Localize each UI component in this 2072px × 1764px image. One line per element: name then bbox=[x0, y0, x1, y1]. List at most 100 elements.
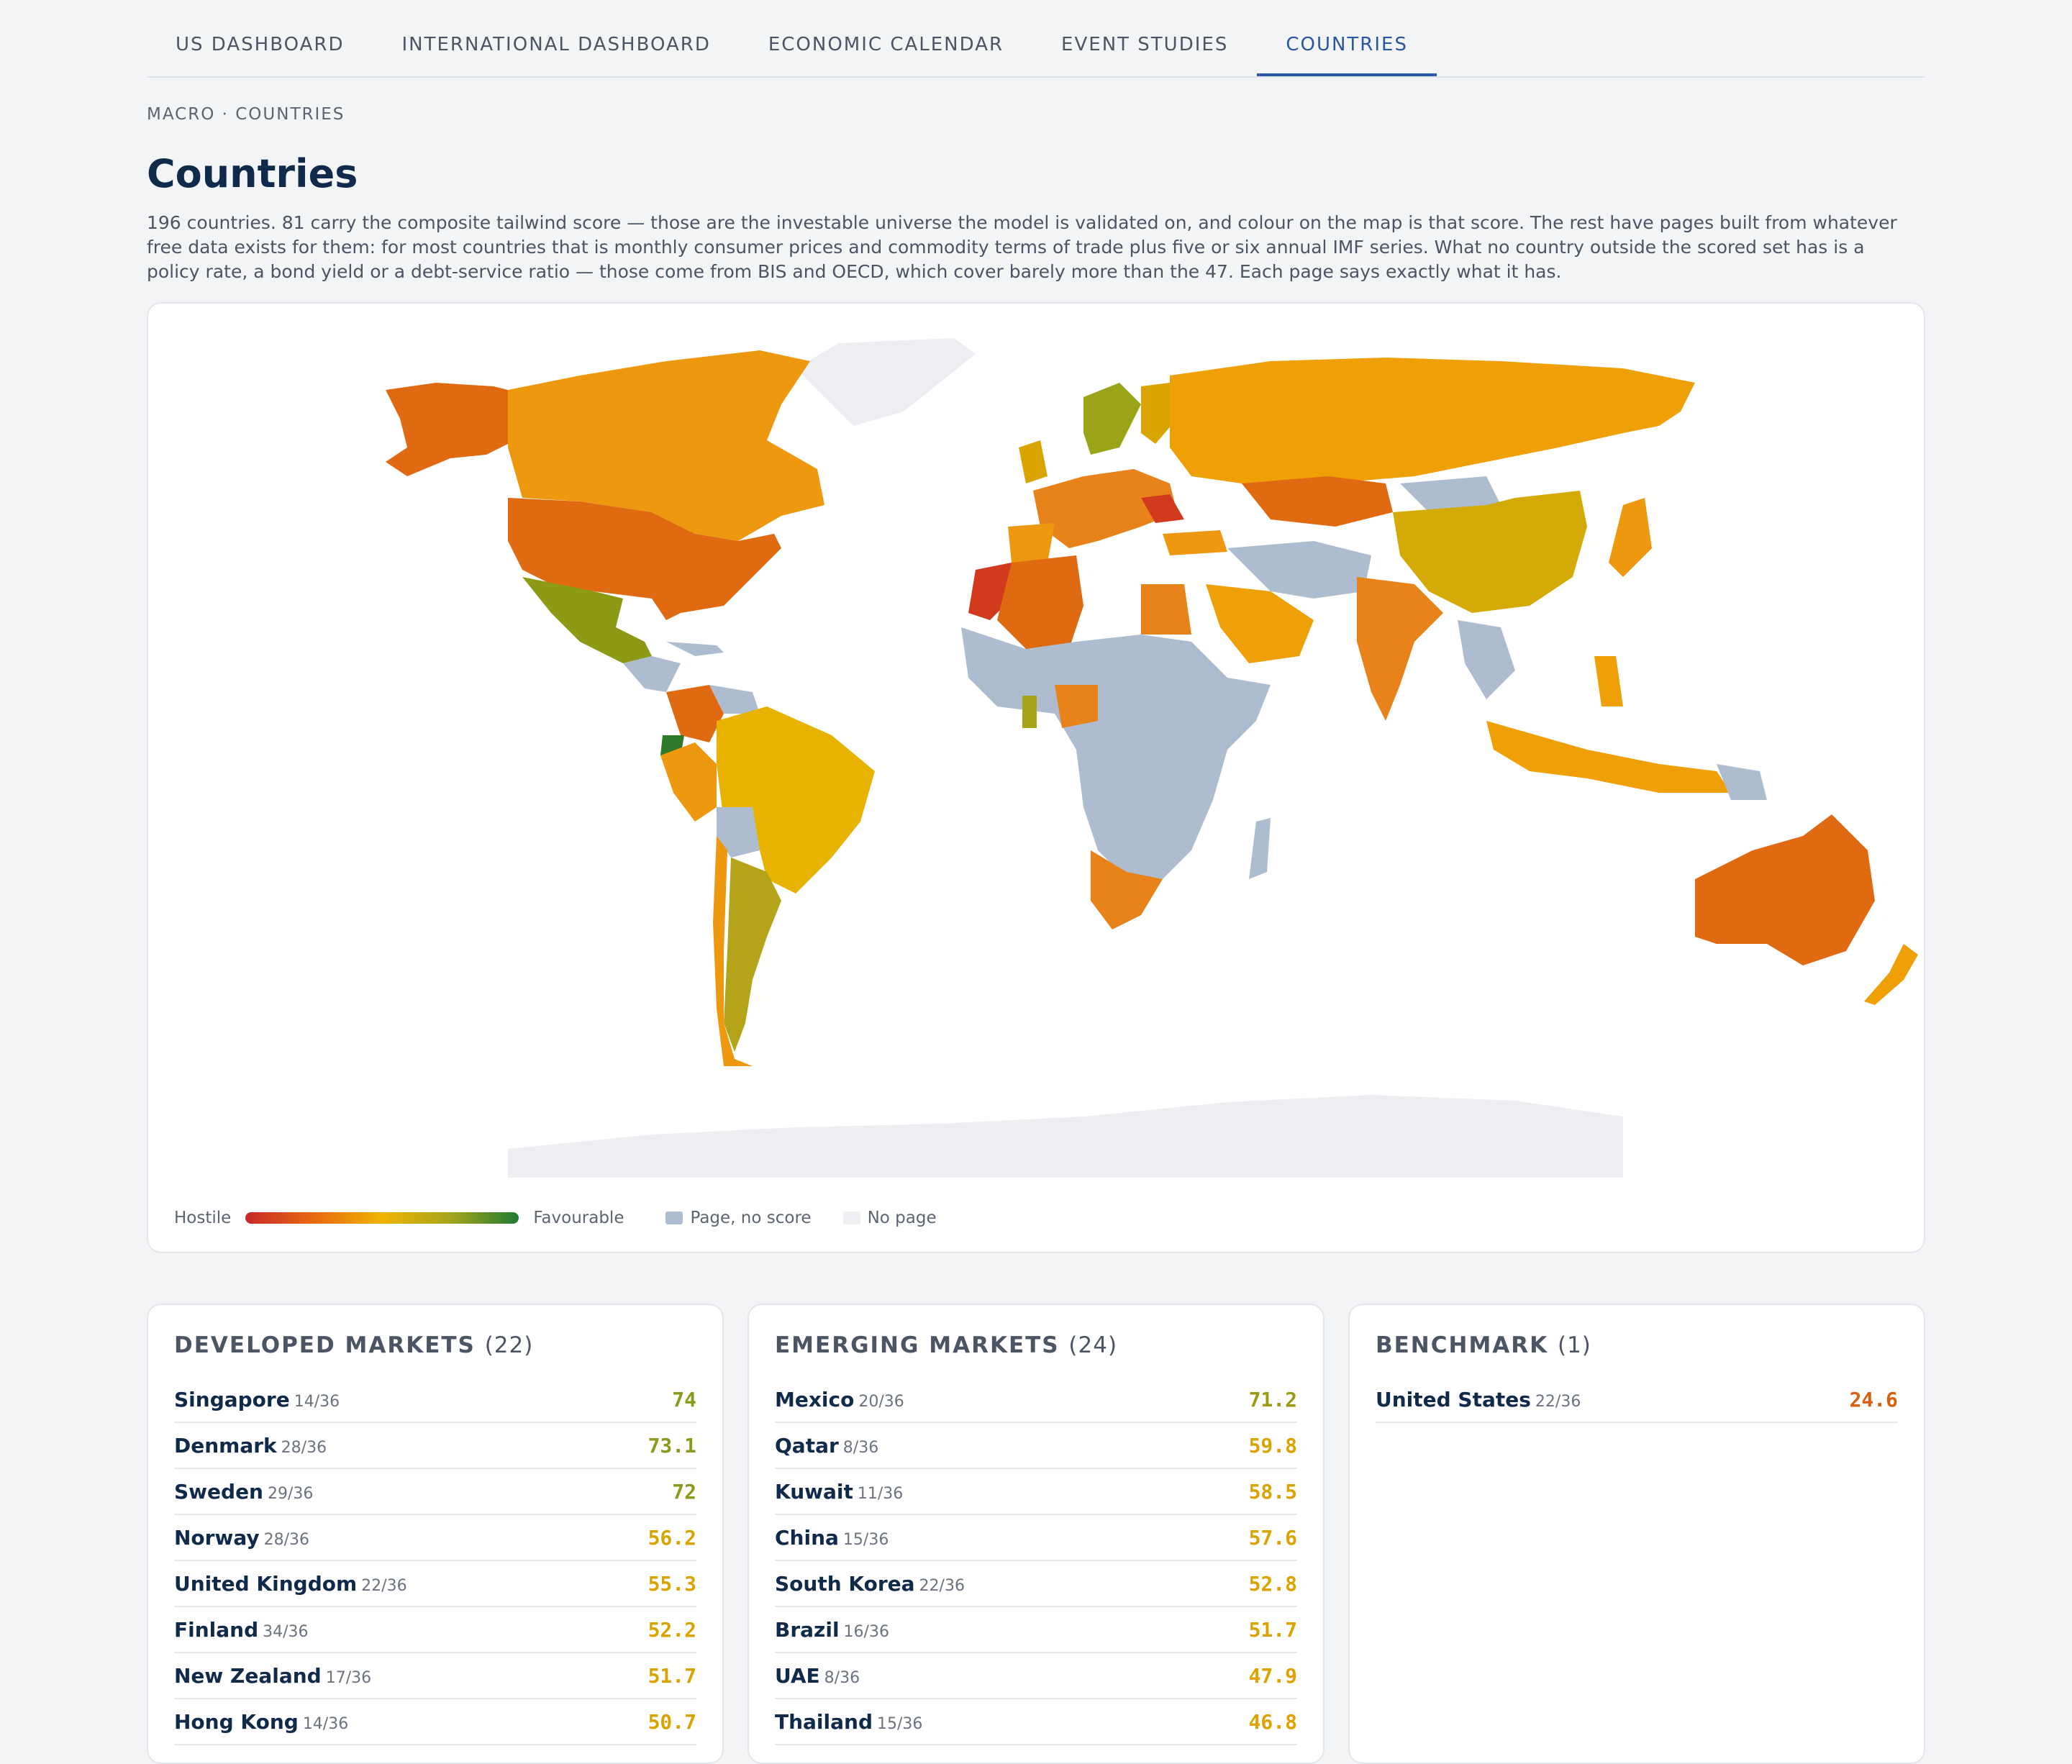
map-region-new-zealand[interactable] bbox=[1864, 944, 1918, 1005]
country-name[interactable]: Sweden bbox=[174, 1480, 263, 1504]
country-name[interactable]: Norway bbox=[174, 1526, 260, 1550]
country-name[interactable]: Brazil bbox=[775, 1618, 840, 1642]
country-name[interactable]: United States bbox=[1376, 1388, 1531, 1411]
tailwind-score: 47.9 bbox=[1248, 1663, 1297, 1688]
benchmark-heading: BENCHMARK (1) bbox=[1376, 1332, 1591, 1358]
map-region-saudi[interactable] bbox=[1206, 584, 1314, 663]
map-region-nigeria[interactable] bbox=[1055, 685, 1098, 728]
map-region-iberia[interactable] bbox=[1008, 523, 1055, 563]
country-name-link[interactable]: China 15/36 bbox=[775, 1526, 889, 1550]
list-item[interactable]: China 15/36 57.6 bbox=[775, 1515, 1297, 1561]
list-item[interactable]: New Zealand 17/36 51.7 bbox=[174, 1653, 696, 1699]
country-name-link[interactable]: Singapore 14/36 bbox=[174, 1388, 340, 1411]
country-name-link[interactable]: Thailand 15/36 bbox=[775, 1710, 922, 1734]
list-item[interactable]: UAE 8/36 47.9 bbox=[775, 1653, 1297, 1699]
map-region-greenland[interactable] bbox=[796, 338, 976, 426]
map-region-philippines[interactable] bbox=[1594, 656, 1623, 706]
country-name-link[interactable]: Sweden 29/36 bbox=[174, 1480, 313, 1504]
map-region-peru[interactable] bbox=[660, 742, 717, 822]
world-map[interactable] bbox=[148, 304, 1924, 1203]
tailwind-score: 73.1 bbox=[648, 1433, 696, 1458]
list-item[interactable]: Sweden 29/36 72 bbox=[174, 1469, 696, 1515]
country-name-link[interactable]: UAE 8/36 bbox=[775, 1664, 860, 1688]
tailwind-score: 46.8 bbox=[1248, 1709, 1297, 1734]
country-name[interactable]: China bbox=[775, 1526, 839, 1550]
tab-international-dashboard[interactable]: INTERNATIONAL DASHBOARD bbox=[373, 0, 739, 76]
coverage-fraction: 22/36 bbox=[361, 1576, 407, 1595]
map-region-alaska[interactable] bbox=[386, 383, 522, 476]
list-item[interactable]: Qatar 8/36 59.8 bbox=[775, 1423, 1297, 1469]
list-item[interactable]: Hong Kong 14/36 50.7 bbox=[174, 1699, 696, 1745]
map-region-russia[interactable] bbox=[1170, 358, 1695, 483]
country-name[interactable]: United Kingdom bbox=[174, 1572, 357, 1596]
country-name[interactable]: Singapore bbox=[174, 1388, 290, 1411]
country-name-link[interactable]: United States 22/36 bbox=[1376, 1388, 1581, 1411]
tailwind-score: 59.8 bbox=[1248, 1433, 1297, 1458]
list-item[interactable]: Mexico 20/36 71.2 bbox=[775, 1377, 1297, 1423]
list-item[interactable]: United States 22/36 24.6 bbox=[1376, 1377, 1898, 1423]
list-item[interactable]: South Korea 22/36 52.8 bbox=[775, 1561, 1297, 1607]
map-region-png[interactable] bbox=[1717, 764, 1767, 800]
coverage-fraction: 11/36 bbox=[857, 1484, 904, 1503]
country-name-link[interactable]: Norway 28/36 bbox=[174, 1526, 309, 1550]
country-name[interactable]: Mexico bbox=[775, 1388, 854, 1411]
country-name-link[interactable]: Kuwait 11/36 bbox=[775, 1480, 903, 1504]
country-name-link[interactable]: South Korea 22/36 bbox=[775, 1572, 965, 1596]
country-name[interactable]: Finland bbox=[174, 1618, 258, 1642]
page-description: 196 countries. 81 carry the composite ta… bbox=[147, 212, 1897, 282]
country-name-link[interactable]: Qatar 8/36 bbox=[775, 1434, 878, 1458]
list-item[interactable]: Norway 28/36 56.2 bbox=[174, 1515, 696, 1561]
country-name-link[interactable]: Denmark 28/36 bbox=[174, 1434, 327, 1458]
map-region-se-asia[interactable] bbox=[1458, 620, 1515, 699]
country-name[interactable]: Kuwait bbox=[775, 1480, 853, 1504]
list-item[interactable]: Thailand 15/36 46.8 bbox=[775, 1699, 1297, 1745]
emerging-markets-card: EMERGING MARKETS (24) Mexico 20/36 71.2 Qat… bbox=[748, 1304, 1324, 1764]
list-item[interactable]: United Kingdom 22/36 55.3 bbox=[174, 1561, 696, 1607]
tab-countries[interactable]: COUNTRIES bbox=[1257, 0, 1437, 76]
map-region-turkey[interactable] bbox=[1163, 530, 1227, 555]
country-name[interactable]: New Zealand bbox=[174, 1664, 322, 1688]
map-region-japan[interactable] bbox=[1609, 498, 1652, 577]
map-region-kazakhstan[interactable] bbox=[1242, 476, 1393, 527]
country-name-link[interactable]: Hong Kong 14/36 bbox=[174, 1710, 348, 1734]
map-region-australia[interactable] bbox=[1695, 814, 1875, 965]
country-name[interactable]: Thailand bbox=[775, 1710, 873, 1734]
list-item[interactable]: Brazil 16/36 51.7 bbox=[775, 1607, 1297, 1653]
tailwind-score: 52.8 bbox=[1248, 1571, 1297, 1596]
country-name-link[interactable]: New Zealand 17/36 bbox=[174, 1664, 371, 1688]
map-region-egypt[interactable] bbox=[1141, 584, 1191, 635]
page-title: Countries bbox=[147, 151, 358, 196]
map-region-madagascar[interactable] bbox=[1249, 818, 1271, 879]
list-item[interactable]: Kuwait 11/36 58.5 bbox=[775, 1469, 1297, 1515]
country-name[interactable]: South Korea bbox=[775, 1572, 915, 1596]
country-name-link[interactable]: Finland 34/36 bbox=[174, 1618, 309, 1642]
nav-tabs: US DASHBOARD INTERNATIONAL DASHBOARD ECO… bbox=[147, 0, 1925, 78]
map-region-scandinavia[interactable] bbox=[1083, 383, 1141, 455]
tab-us-dashboard[interactable]: US DASHBOARD bbox=[147, 0, 373, 76]
coverage-fraction: 17/36 bbox=[325, 1668, 372, 1687]
country-name[interactable]: Qatar bbox=[775, 1434, 839, 1458]
map-region-argentina[interactable] bbox=[724, 858, 781, 1052]
map-region-africa[interactable] bbox=[961, 627, 1271, 879]
tab-economic-calendar[interactable]: ECONOMIC CALENDAR bbox=[740, 0, 1032, 76]
map-region-indonesia[interactable] bbox=[1486, 721, 1731, 793]
country-name[interactable]: UAE bbox=[775, 1664, 820, 1688]
emerging-markets-heading: EMERGING MARKETS (24) bbox=[775, 1332, 1118, 1358]
map-region-antarctica[interactable] bbox=[508, 1095, 1623, 1178]
country-name[interactable]: Denmark bbox=[174, 1434, 277, 1458]
coverage-fraction: 15/36 bbox=[877, 1714, 923, 1733]
list-item[interactable]: Denmark 28/36 73.1 bbox=[174, 1423, 696, 1469]
country-name[interactable]: Hong Kong bbox=[174, 1710, 299, 1734]
map-region-uk[interactable] bbox=[1019, 440, 1048, 483]
country-name-link[interactable]: Mexico 20/36 bbox=[775, 1388, 904, 1411]
tab-event-studies[interactable]: EVENT STUDIES bbox=[1032, 0, 1257, 76]
list-item[interactable]: Singapore 14/36 74 bbox=[174, 1377, 696, 1423]
map-region-caribbean[interactable] bbox=[666, 642, 724, 656]
map-region-central-america[interactable] bbox=[623, 656, 681, 692]
map-region-ghana[interactable] bbox=[1022, 696, 1037, 728]
country-name-link[interactable]: United Kingdom 22/36 bbox=[174, 1572, 407, 1596]
list-item[interactable]: Finland 34/36 52.2 bbox=[174, 1607, 696, 1653]
map-region-algeria[interactable] bbox=[997, 555, 1083, 649]
country-name-link[interactable]: Brazil 16/36 bbox=[775, 1618, 889, 1642]
map-region-india[interactable] bbox=[1357, 577, 1443, 721]
